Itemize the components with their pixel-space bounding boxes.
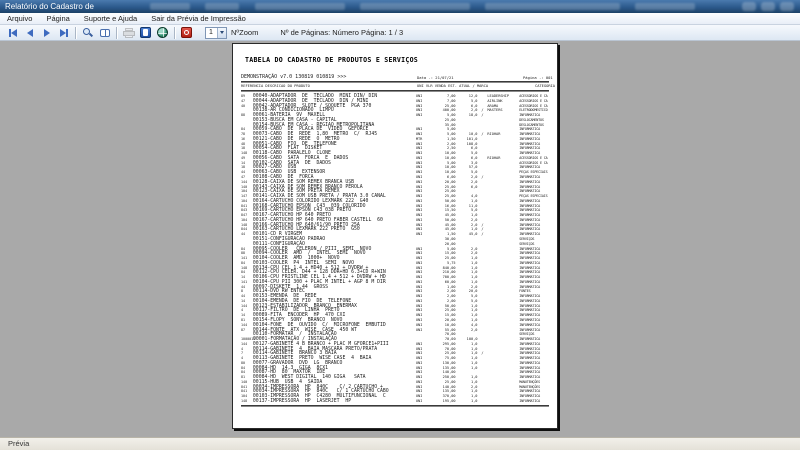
menu-pagina[interactable]: Página <box>39 13 76 25</box>
web-button[interactable] <box>154 26 171 40</box>
maximize-button[interactable] <box>761 2 775 11</box>
title-bar: Relatório do Cadastro de <box>0 0 800 13</box>
redacted-title-segment <box>255 3 345 10</box>
preview-area: TABELA DO CADASTRO DE PRODUTOS E SERVIÇO… <box>0 41 800 437</box>
status-bar: Prévia <box>0 437 800 450</box>
zoom-button[interactable] <box>79 26 96 40</box>
table-row: 148 00137-IMPRESSORA HP LASERJET HP UNI 195… <box>241 399 540 404</box>
zoom-label: NºZoom <box>231 28 259 37</box>
toolbar-separator <box>174 26 175 39</box>
report-date: Data .: 21/07/21 <box>417 74 454 80</box>
printer-icon <box>122 27 135 38</box>
column-header-categoria: CATEGORIA <box>535 84 555 88</box>
print-setup-button[interactable] <box>137 26 154 40</box>
menu-suporte-e-ajuda[interactable]: Suporte e Ajuda <box>77 13 144 25</box>
column-header-referencia: REFERENCIA DESCRICAO DO PRODUTO <box>241 84 310 88</box>
toolbar-separator <box>116 26 117 39</box>
zoom-icon <box>82 27 94 38</box>
close-button[interactable] <box>780 2 794 11</box>
two-pages-button[interactable] <box>96 26 113 40</box>
redacted-title-segment <box>485 3 620 10</box>
window-controls[interactable] <box>742 2 794 11</box>
pages-indicator: Nº de Páginas: Número Página: 1 / 3 <box>280 28 404 37</box>
redacted-title-segment <box>360 3 470 10</box>
toolbar: 1 NºZoom Nº de Páginas: Número Página: 1… <box>0 25 800 41</box>
redacted-title-segment <box>635 3 695 10</box>
toolbar-separator <box>75 26 76 39</box>
first-page-icon <box>8 28 17 37</box>
window-title: Relatório do Cadastro de <box>5 2 94 11</box>
last-page-button[interactable] <box>55 26 72 40</box>
menu-bar: Arquivo Página Suporte e Ajuda Sair da P… <box>0 13 800 25</box>
report-page-number: Página .: 001 <box>523 74 553 80</box>
last-page-icon <box>59 28 68 37</box>
prev-page-icon <box>26 28 33 37</box>
report-header: DEMONSTRAÇÃO v7.0 130819 010819 >>> Data… <box>241 74 553 80</box>
next-page-icon <box>43 28 50 37</box>
first-page-button[interactable] <box>4 26 21 40</box>
status-text: Prévia <box>8 439 30 448</box>
redacted-title-segment <box>150 3 190 10</box>
redacted-title-segment <box>205 3 239 10</box>
chevron-down-icon[interactable] <box>217 27 226 38</box>
web-icon <box>157 27 168 38</box>
separator-line <box>241 81 549 83</box>
two-pages-icon <box>99 28 110 37</box>
column-headers: REFERENCIA DESCRICAO DO PRODUTO UNI VLR … <box>241 84 555 89</box>
product-table: 89 00040-ADAPTADOR DE TECLADO MINI DIN/ D… <box>241 94 549 404</box>
column-header-valores: UNI VLR VENDA EST. ATUAL / MARCA <box>417 84 489 88</box>
exit-preview-icon <box>181 27 192 38</box>
exit-preview-button[interactable] <box>178 26 195 40</box>
demo-version-line: DEMONSTRAÇÃO v7.0 130819 010819 >>> <box>241 74 347 80</box>
table-end-line <box>241 404 549 407</box>
print-setup-icon <box>140 27 151 38</box>
menu-arquivo[interactable]: Arquivo <box>0 13 39 25</box>
menu-sair-da-previa[interactable]: Sair da Prévia de Impressão <box>144 13 253 25</box>
zoom-select[interactable]: 1 <box>205 26 227 39</box>
report-page: TABELA DO CADASTRO DE PRODUTOS E SERVIÇO… <box>232 43 558 429</box>
next-page-button[interactable] <box>38 26 55 40</box>
minimize-button[interactable] <box>742 2 756 11</box>
separator-line <box>241 90 549 92</box>
prev-page-button[interactable] <box>21 26 38 40</box>
print-button[interactable] <box>120 26 137 40</box>
report-title: TABELA DO CADASTRO DE PRODUTOS E SERVIÇO… <box>245 56 419 64</box>
zoom-select-value: 1 <box>209 29 213 36</box>
